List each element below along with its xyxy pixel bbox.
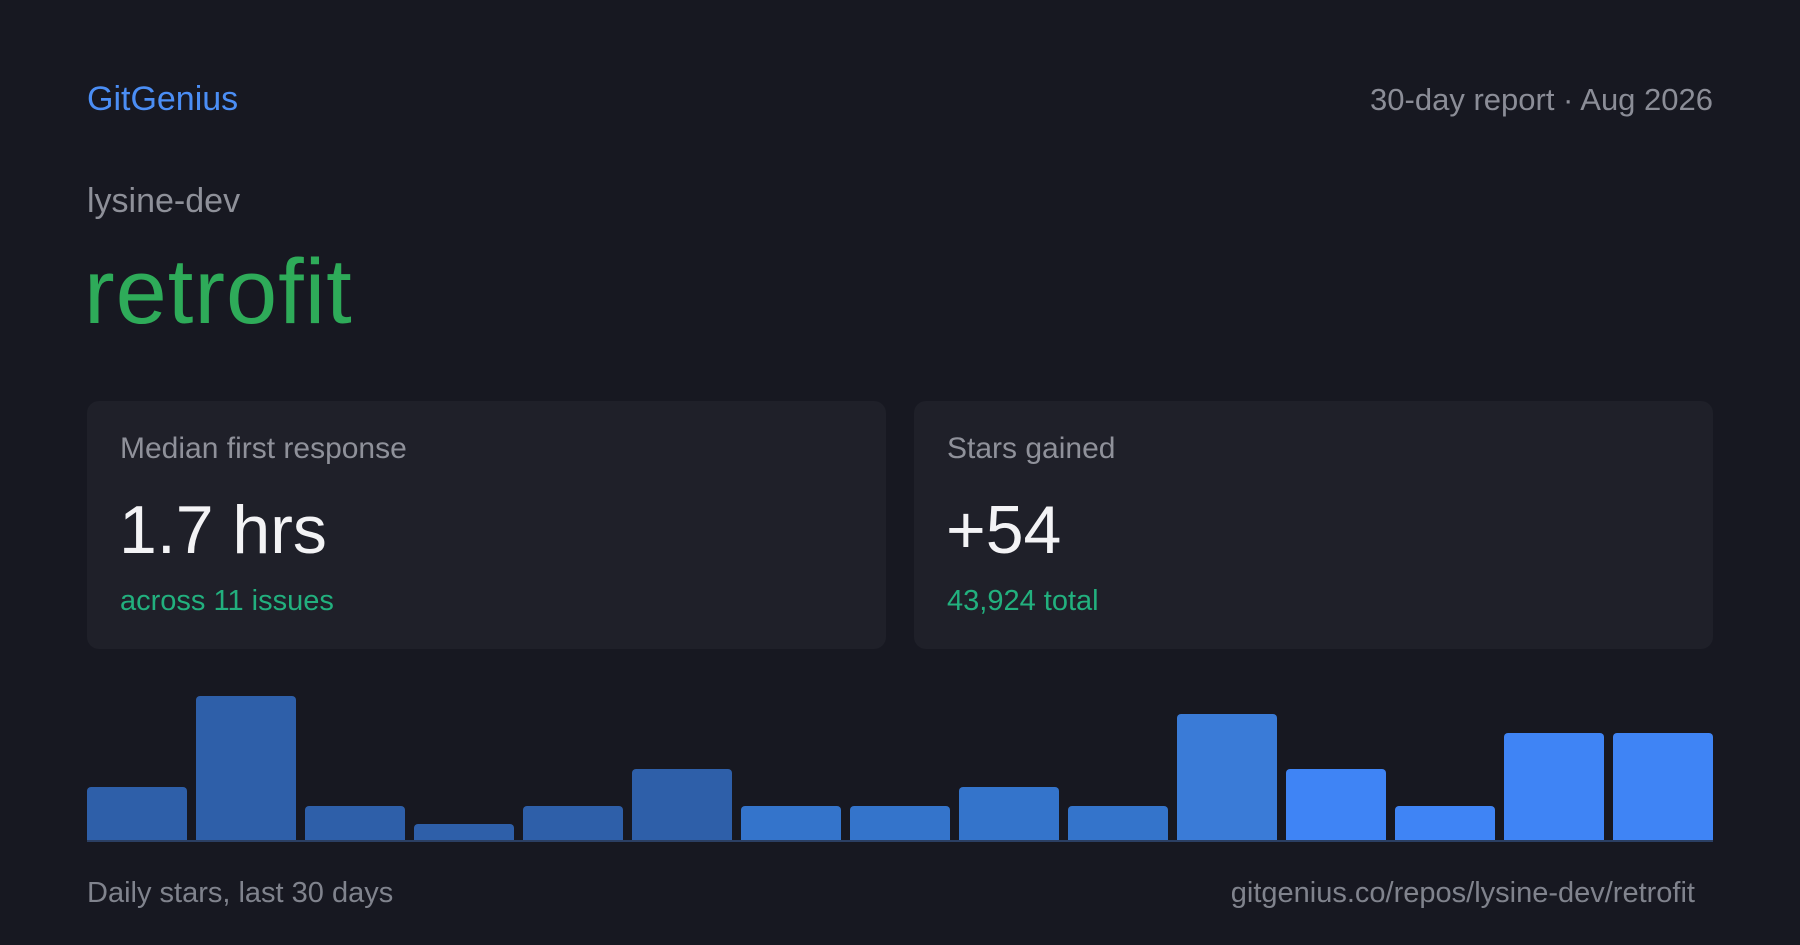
chart-bar (1395, 805, 1495, 842)
report-period: 30-day report · Aug 2026 (1370, 82, 1713, 117)
card-value: 1.7 hrs (119, 492, 327, 568)
chart-bar (87, 787, 187, 842)
card-label: Median first response (120, 432, 407, 465)
repo-url-link[interactable]: gitgenius.co/repos/lysine-dev/retrofit (1231, 877, 1695, 910)
chart-bar (1068, 805, 1168, 842)
card-subtext: 43,924 total (947, 585, 1099, 617)
chart-caption: Daily stars, last 30 days (87, 877, 394, 909)
chart-bar (1613, 732, 1713, 842)
chart-bar (632, 769, 732, 842)
brand-logo-text[interactable]: GitGenius (87, 80, 238, 119)
chart-bar (305, 805, 405, 842)
chart-bar (1177, 714, 1277, 842)
chart-bar (1504, 732, 1604, 842)
chart-baseline (87, 840, 1713, 842)
repo-owner: lysine-dev (87, 182, 241, 220)
repo-name: retrofit (84, 241, 353, 343)
chart-bar (523, 805, 623, 842)
card-subtext: across 11 issues (120, 585, 334, 617)
stars-gained-card: Stars gained +54 43,924 total (914, 401, 1713, 649)
chart-bar (196, 696, 296, 842)
median-response-card: Median first response 1.7 hrs across 11 … (87, 401, 886, 649)
chart-bar (1286, 769, 1386, 842)
card-value: +54 (946, 492, 1062, 568)
chart-bar (959, 787, 1059, 842)
card-label: Stars gained (947, 432, 1116, 465)
chart-bar (741, 805, 841, 842)
chart-bar (850, 805, 950, 842)
daily-stars-chart (87, 690, 1713, 842)
